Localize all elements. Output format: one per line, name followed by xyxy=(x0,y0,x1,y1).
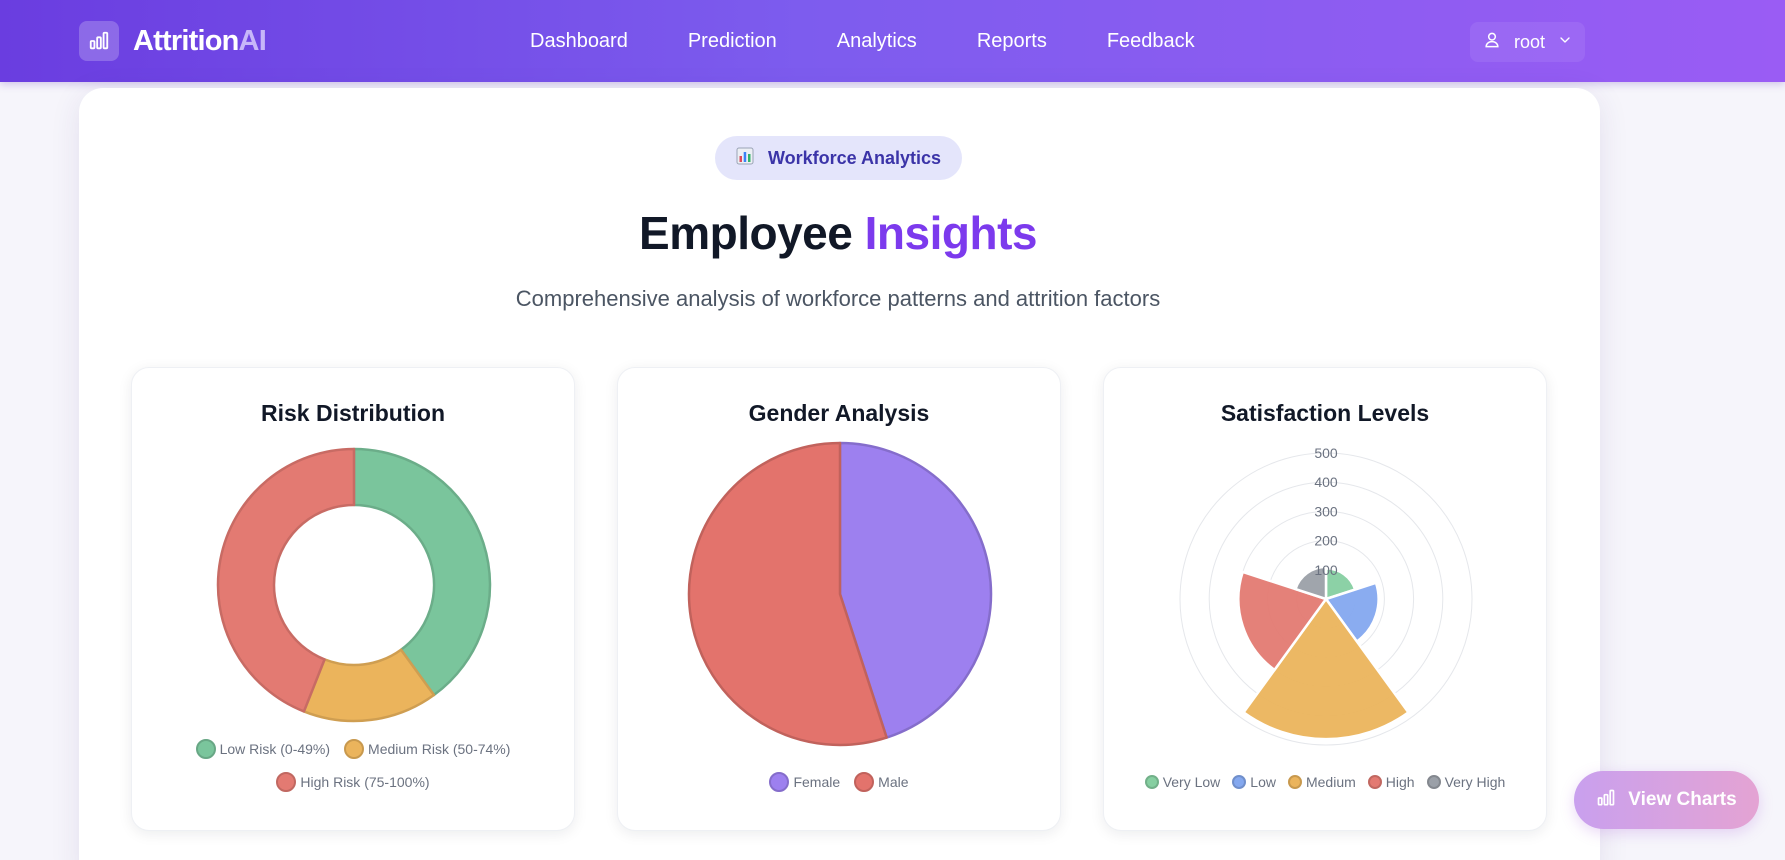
user-name: root xyxy=(1514,31,1546,52)
legend-item-low-risk[interactable]: Low Risk (0-49%) xyxy=(195,739,331,759)
polar-tick-label: 200 xyxy=(1314,533,1338,549)
page-title: Employee Insights xyxy=(0,206,1676,260)
bar-chart-icon xyxy=(79,21,119,61)
satisfaction-polar-chart[interactable]: 100 200 300 400 500 xyxy=(1104,438,1548,758)
bar-chart-icon xyxy=(1596,788,1616,813)
nav-link-feedback[interactable]: Feedback xyxy=(1077,27,1225,55)
legend-label-low: Low xyxy=(1250,774,1276,790)
risk-legend-row-2: High Risk (75-100%) xyxy=(132,772,574,792)
view-charts-button[interactable]: View Charts xyxy=(1574,771,1759,829)
legend-label-very-low: Very Low xyxy=(1162,774,1221,790)
legend-swatch-very-high xyxy=(1426,775,1441,789)
polar-tick-label: 500 xyxy=(1314,445,1338,461)
legend-item-very-low[interactable]: Very Low xyxy=(1144,774,1221,790)
legend-swatch-low-sat xyxy=(1232,775,1247,789)
user-menu[interactable]: root xyxy=(1470,22,1586,62)
legend-swatch-medium xyxy=(344,739,365,759)
legend-label-high: High xyxy=(1385,774,1415,790)
page-title-main: Employee xyxy=(639,207,853,259)
legend-item-very-high[interactable]: Very High xyxy=(1426,774,1506,790)
legend-label-male: Male xyxy=(878,774,909,790)
legend-item-female[interactable]: Female xyxy=(769,772,840,792)
page-title-accent: Insights xyxy=(864,207,1038,259)
legend-swatch-medium-sat xyxy=(1287,775,1302,789)
legend-swatch-male xyxy=(854,772,875,792)
satisfaction-legend: Very Low Low Medium High Very High xyxy=(1104,774,1546,790)
legend-label-medium: Medium xyxy=(1305,774,1356,790)
satisfaction-chart-title: Satisfaction Levels xyxy=(1220,400,1430,426)
badge-text: Workforce Analytics xyxy=(767,147,942,168)
user-icon xyxy=(1482,30,1502,55)
legend-item-high[interactable]: High xyxy=(1367,774,1415,790)
legend-item-low[interactable]: Low xyxy=(1232,774,1276,790)
legend-swatch-very-low xyxy=(1144,775,1159,789)
risk-chart-title: Risk Distribution xyxy=(260,400,445,426)
legend-swatch-high-sat xyxy=(1367,775,1382,789)
legend-label-female: Female xyxy=(793,774,841,790)
brand-name-main: Attrition xyxy=(133,24,239,57)
brand-name-accent: AI xyxy=(238,24,267,57)
nav-link-prediction[interactable]: Prediction xyxy=(658,27,807,55)
legend-label-medium-risk: Medium Risk (50-74%) xyxy=(368,741,511,757)
bar-chart-emoji-icon xyxy=(736,147,754,170)
brand-name: AttritionAI xyxy=(133,24,267,58)
risk-legend-row-1: Low Risk (0-49%) Medium Risk (50-74%) xyxy=(132,739,574,759)
view-charts-label: View Charts xyxy=(1628,789,1737,810)
legend-item-medium[interactable]: Medium xyxy=(1287,774,1356,790)
brand-logo-link[interactable]: AttritionAI xyxy=(79,21,267,61)
nav-link-dashboard[interactable]: Dashboard xyxy=(500,27,658,55)
chevron-down-icon xyxy=(1557,32,1573,53)
page-subtitle: Comprehensive analysis of workforce patt… xyxy=(515,286,1161,311)
risk-distribution-card: Risk Distribution Low Risk (0-49%) Mediu… xyxy=(131,367,575,831)
polar-tick-label: 100 xyxy=(1314,562,1338,578)
satisfaction-levels-card: Satisfaction Levels 100 200 300 400 500 Very… xyxy=(1103,367,1547,831)
gender-chart-title: Gender Analysis xyxy=(748,400,930,426)
legend-item-high-risk[interactable]: High Risk (75-100%) xyxy=(276,772,430,792)
gender-analysis-card: Gender Analysis Female Male xyxy=(617,367,1061,831)
nav-link-analytics[interactable]: Analytics xyxy=(807,27,947,55)
legend-swatch-low xyxy=(195,739,216,759)
polar-tick-label: 300 xyxy=(1314,503,1338,519)
nav-link-reports[interactable]: Reports xyxy=(947,27,1077,55)
gender-analysis-chart[interactable] xyxy=(618,438,1062,748)
section-badge: Workforce Analytics xyxy=(715,136,962,180)
top-navbar: AttritionAI Dashboard Prediction Analyti… xyxy=(0,0,1785,82)
risk-distribution-chart[interactable] xyxy=(132,438,576,738)
legend-label-very-high: Very High xyxy=(1444,774,1506,790)
gender-legend: Female Male xyxy=(618,772,1060,792)
legend-swatch-female xyxy=(769,772,790,792)
legend-item-male[interactable]: Male xyxy=(854,772,909,792)
risk-slice-low[interactable] xyxy=(352,447,492,697)
polar-tick-label: 400 xyxy=(1314,474,1338,490)
legend-label-high-risk: High Risk (75-100%) xyxy=(300,774,430,790)
main-nav: Dashboard Prediction Analytics Reports F… xyxy=(500,27,1225,55)
legend-label-low-risk: Low Risk (0-49%) xyxy=(219,741,331,757)
legend-swatch-high xyxy=(276,772,297,792)
legend-item-medium-risk[interactable]: Medium Risk (50-74%) xyxy=(344,739,510,759)
